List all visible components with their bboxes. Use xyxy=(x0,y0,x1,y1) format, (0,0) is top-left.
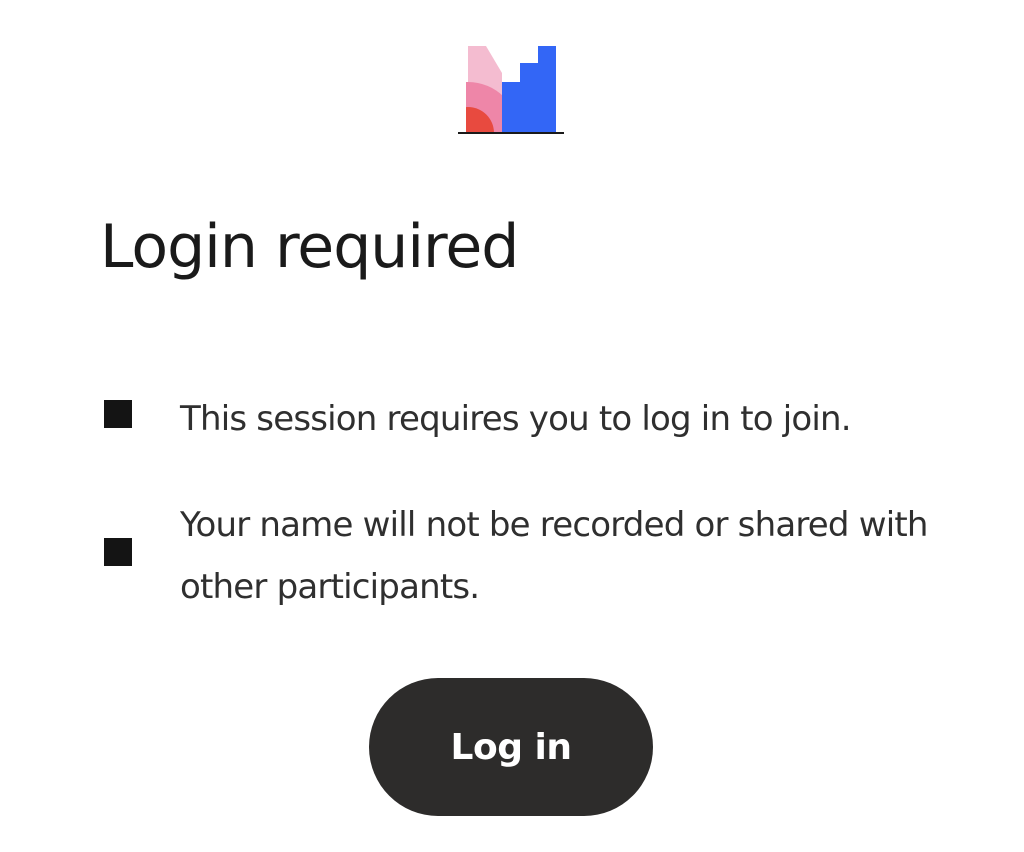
page-title: Login required xyxy=(100,212,519,282)
square-bullet-icon xyxy=(104,538,132,566)
square-bullet-icon xyxy=(104,400,132,428)
brand-logo-icon xyxy=(458,44,564,136)
login-button[interactable]: Log in xyxy=(369,678,653,816)
notice-text: This session requires you to log in to j… xyxy=(180,399,852,439)
notice-text: Your name will not be recorded or shared… xyxy=(180,505,928,607)
